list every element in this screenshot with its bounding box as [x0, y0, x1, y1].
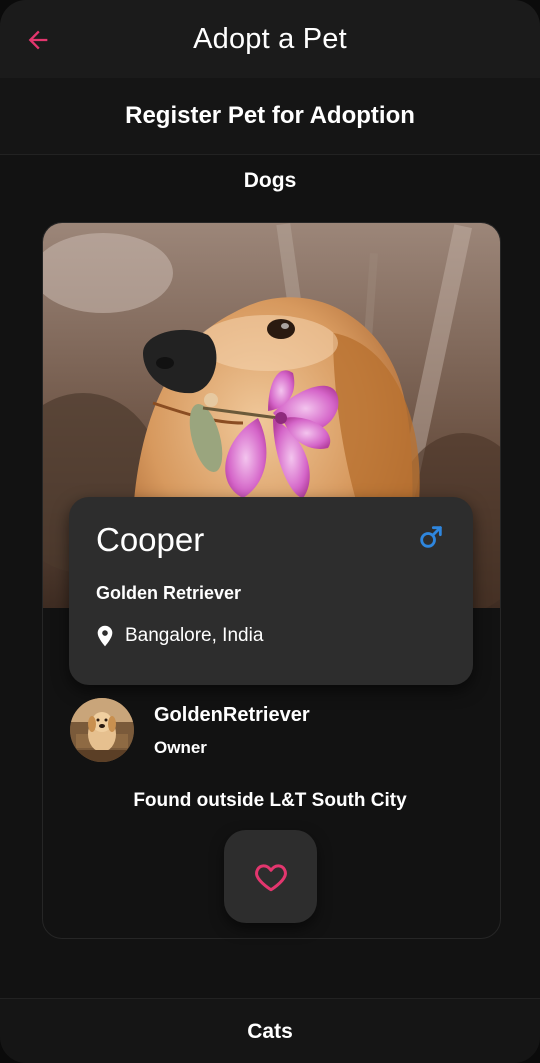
app-bar: Adopt a Pet	[0, 0, 540, 78]
found-location-text: Found outside L&T South City	[133, 790, 407, 811]
male-icon	[420, 526, 442, 548]
pet-name: Cooper	[96, 521, 205, 558]
owner-name: GoldenRetriever	[154, 704, 310, 726]
owner-avatar-image	[70, 698, 134, 762]
favorite-button[interactable]	[224, 830, 317, 923]
category-heading-dogs: Dogs	[243, 169, 297, 192]
back-button[interactable]	[22, 24, 54, 56]
location-pin-icon	[97, 625, 113, 647]
app-screen: Adopt a Pet Register Pet for Adoption Do…	[0, 0, 540, 1063]
heart-outline-icon	[254, 863, 287, 891]
owner-avatar[interactable]	[70, 698, 134, 762]
owner-role: Owner	[154, 738, 207, 757]
location-text: Bangalore, India	[125, 625, 264, 646]
category-heading-cats[interactable]: Cats	[0, 998, 540, 1063]
pet-breed: Golden Retriever	[96, 583, 242, 603]
pet-info-card: Cooper Golden Retriever Bangalore, India	[69, 497, 473, 685]
pet-location: Bangalore, India	[96, 625, 263, 647]
arrow-left-icon	[28, 30, 48, 50]
page-title: Adopt a Pet	[193, 22, 347, 55]
register-pet-button[interactable]: Register Pet for Adoption	[0, 78, 540, 155]
